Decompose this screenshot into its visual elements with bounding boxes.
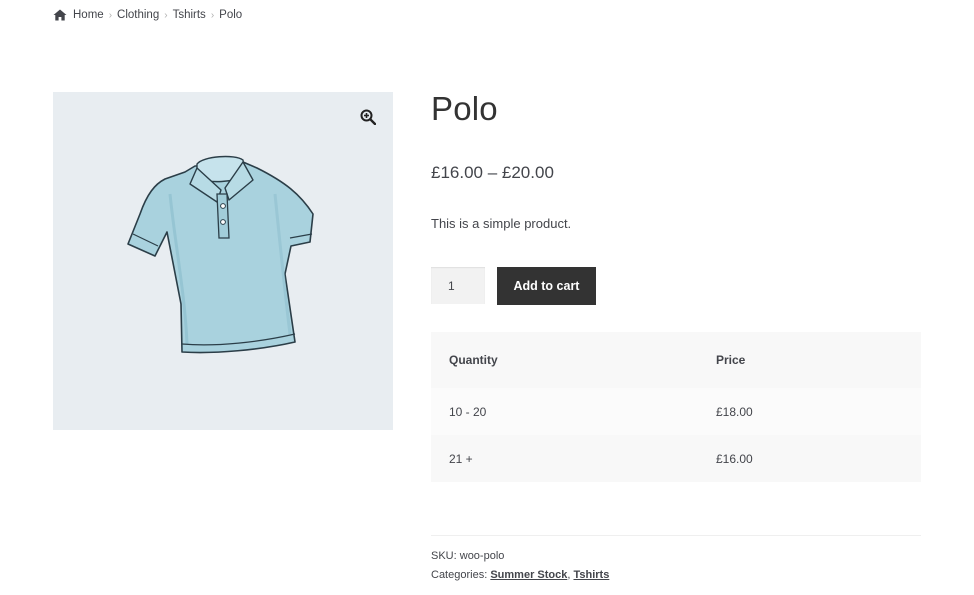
breadcrumb-separator: › xyxy=(164,9,168,21)
categories-separator: , xyxy=(567,569,571,581)
product-description: This is a simple product. xyxy=(431,216,572,231)
table-row: 10 - 20 £18.00 xyxy=(431,388,921,435)
table-cell-quantity: 10 - 20 xyxy=(431,388,698,435)
sku-value: woo-polo xyxy=(459,550,505,562)
breadcrumb: Home › Clothing › Tshirts › Polo xyxy=(53,7,242,23)
add-to-cart-button[interactable]: Add to cart xyxy=(497,267,596,305)
table-header-row: Quantity Price xyxy=(431,332,921,388)
table-cell-price: £16.00 xyxy=(698,435,921,482)
product-gallery[interactable] xyxy=(53,92,393,430)
category-link-summer-stock[interactable]: Summer Stock xyxy=(490,569,567,581)
product-categories: Categories: Summer Stock, Tshirts xyxy=(431,569,609,581)
breadcrumb-separator: › xyxy=(210,9,215,21)
breadcrumb-current: Polo xyxy=(219,9,243,21)
breadcrumb-home-link[interactable]: Home xyxy=(73,9,104,21)
meta-divider xyxy=(431,535,921,536)
zoom-in-icon[interactable] xyxy=(360,109,377,126)
table-header-price: Price xyxy=(698,332,921,388)
product-title: Polo xyxy=(431,90,498,127)
quantity-input[interactable] xyxy=(431,267,485,304)
bulk-pricing-table: Quantity Price 10 - 20 £18.00 21 + £16.0… xyxy=(431,332,921,482)
table-cell-price: £18.00 xyxy=(698,388,921,435)
table-header-quantity: Quantity xyxy=(431,332,698,388)
breadcrumb-clothing-link[interactable]: Clothing xyxy=(117,9,159,21)
table-row: 21 + £16.00 xyxy=(431,435,921,482)
home-icon[interactable] xyxy=(53,9,67,21)
breadcrumb-separator: › xyxy=(108,9,113,21)
breadcrumb-tshirts-link[interactable]: Tshirts xyxy=(173,9,206,21)
product-sku: SKU: woo-polo xyxy=(431,550,504,562)
categories-label: Categories: xyxy=(431,569,488,581)
product-price: £16.00 – £20.00 xyxy=(431,163,554,182)
polo-shirt-image xyxy=(127,155,314,354)
sku-label: SKU: xyxy=(431,550,457,562)
table-cell-quantity: 21 + xyxy=(431,435,698,482)
category-link-tshirts[interactable]: Tshirts xyxy=(573,569,609,581)
